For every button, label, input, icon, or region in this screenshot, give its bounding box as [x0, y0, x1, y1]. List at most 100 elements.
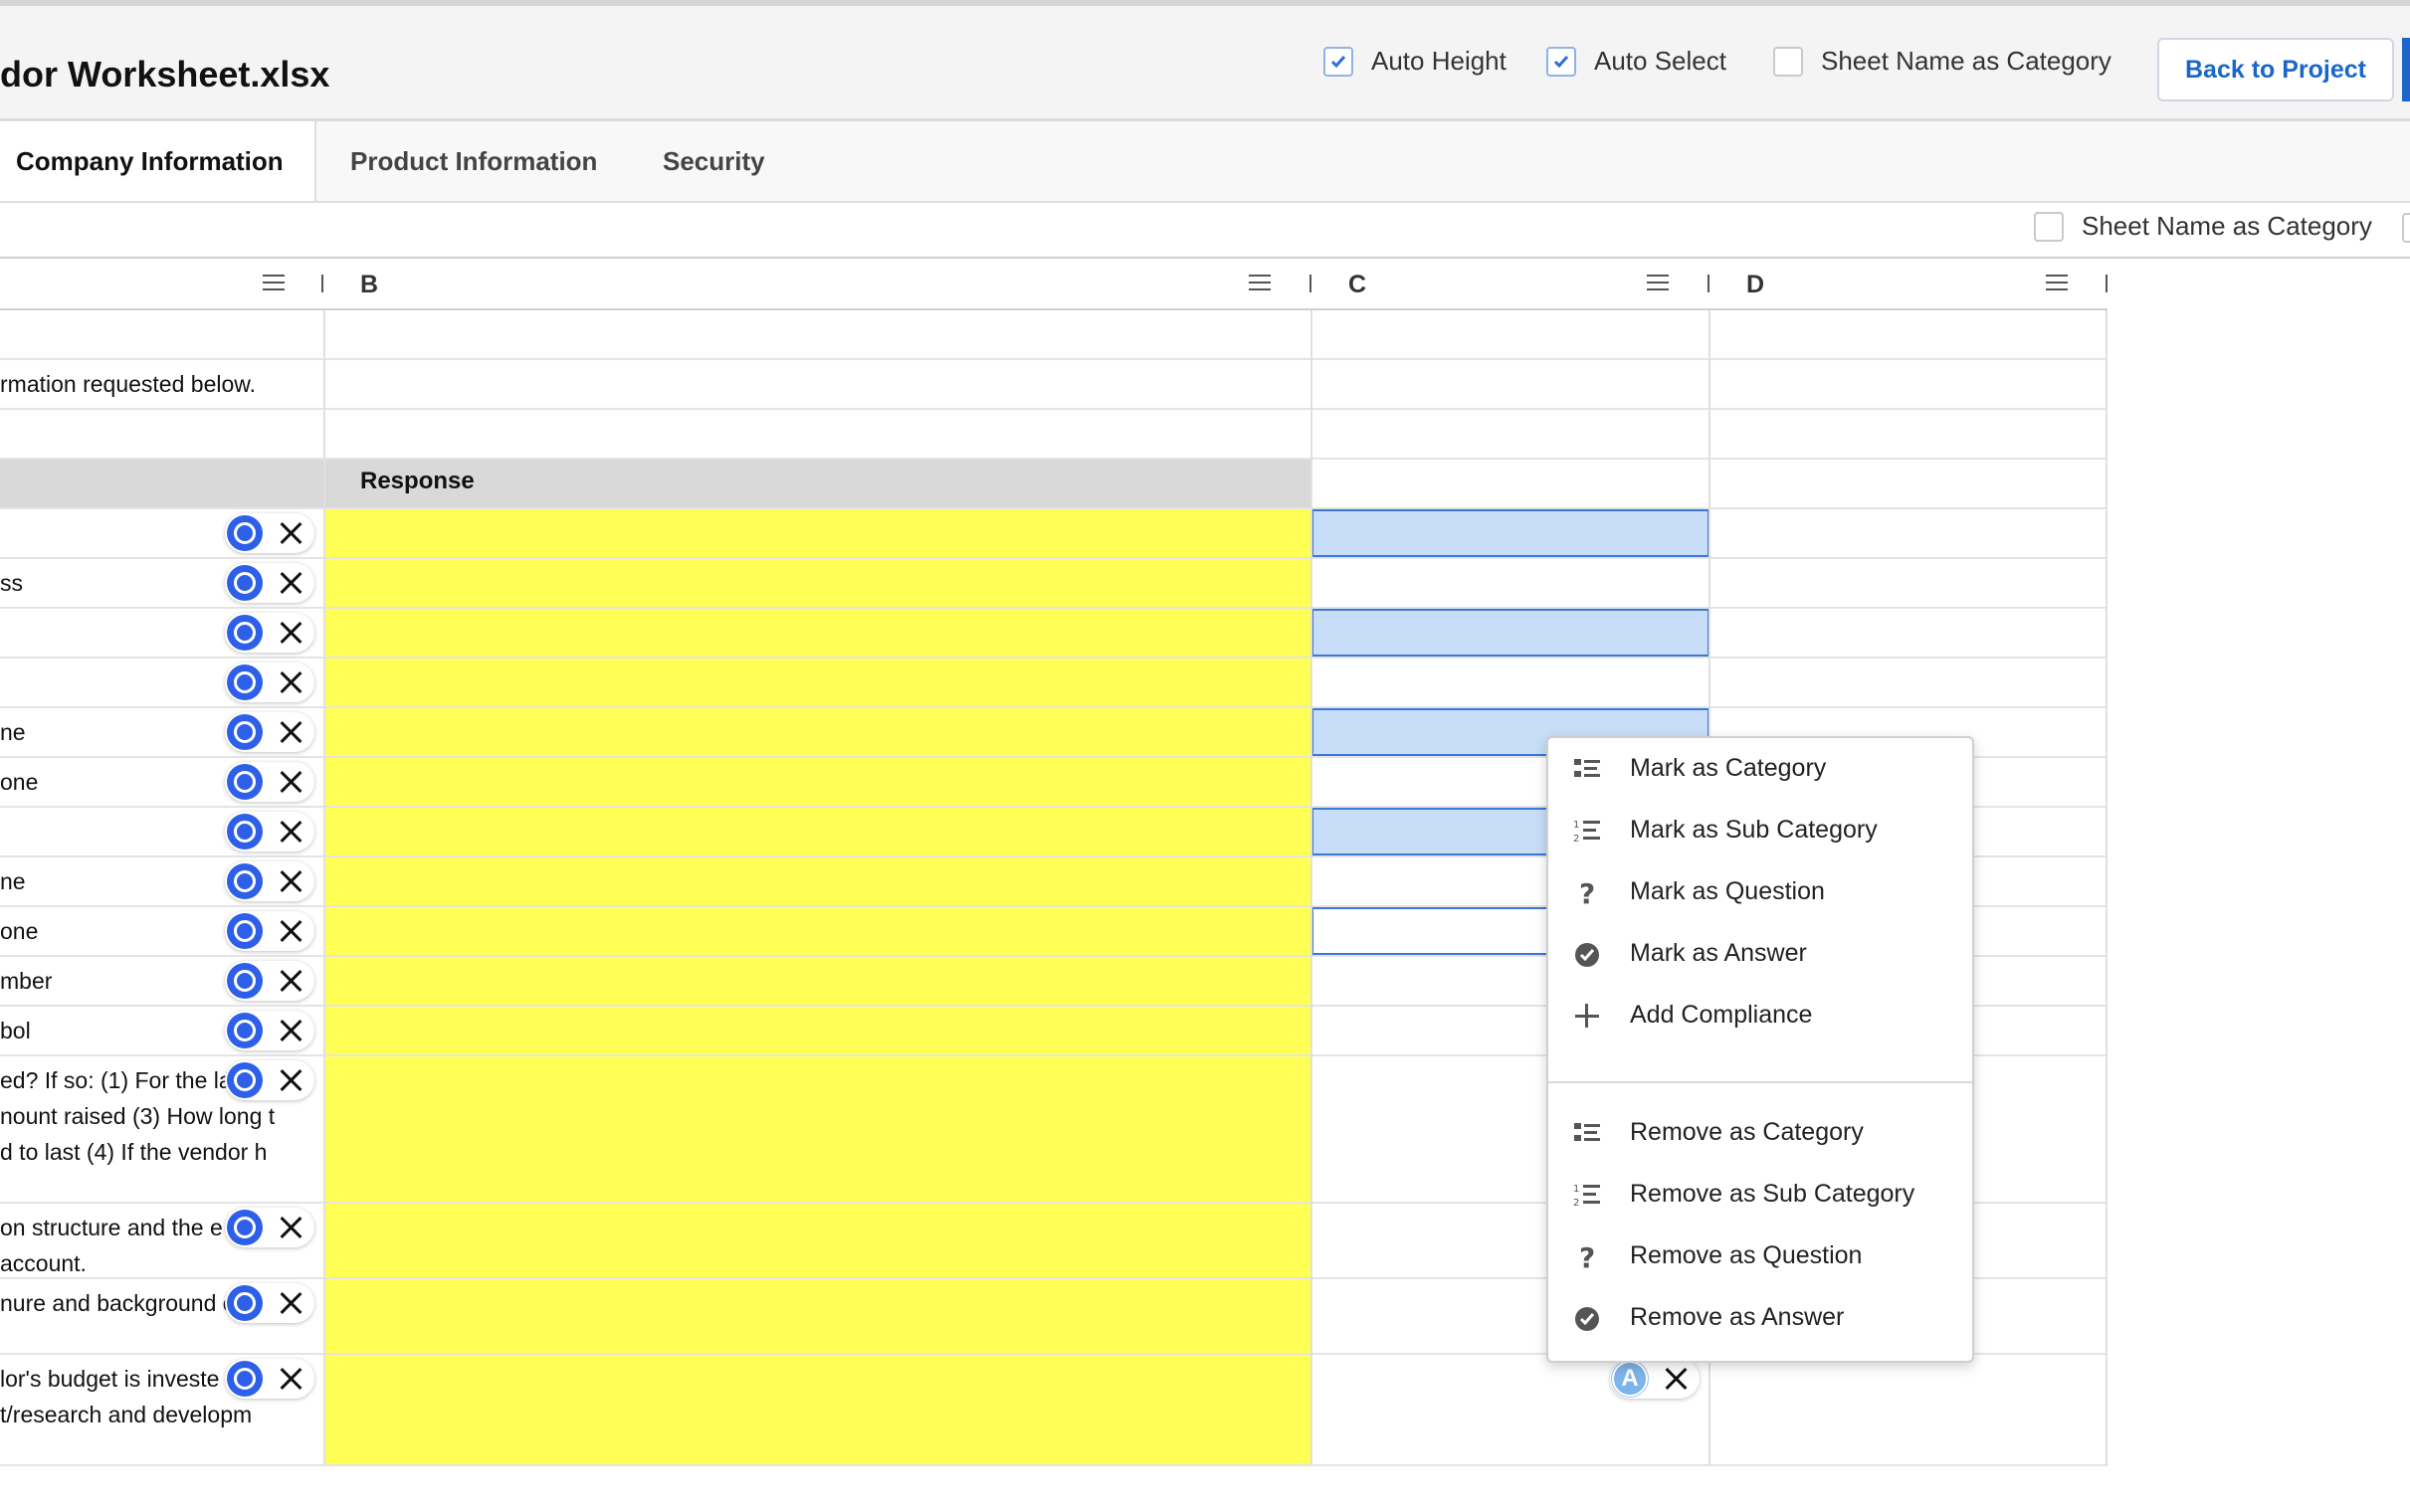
question-badge-icon[interactable]: [227, 1210, 263, 1245]
close-icon[interactable]: [275, 965, 306, 997]
answer-badge-icon[interactable]: A: [1612, 1361, 1648, 1397]
column-c-resizer[interactable]: [1707, 275, 1709, 292]
menu-item-remove-category[interactable]: Remove as Category: [1548, 1102, 1972, 1162]
column-a-menu-icon[interactable]: [263, 275, 285, 290]
sheet-options-bar: Sheet Name as Category: [0, 203, 2410, 259]
auto-height-checkbox[interactable]: [1323, 46, 1353, 77]
response-cell[interactable]: [324, 708, 1311, 756]
menu-item-label: Remove as Answer: [1630, 1303, 1845, 1331]
close-icon[interactable]: [275, 567, 306, 599]
sheet-name-category-option-2[interactable]: Sheet Name as Category: [2034, 211, 2372, 242]
plus-icon: [1575, 1004, 1599, 1028]
auto-select-checkbox[interactable]: [1546, 46, 1576, 77]
table-row: [0, 410, 2108, 460]
sheet-name-category-label-2: Sheet Name as Category: [2082, 211, 2372, 241]
response-cell[interactable]: [324, 808, 1311, 855]
close-icon[interactable]: [275, 1015, 306, 1046]
question-marker: [225, 712, 314, 752]
menu-item-mark-category[interactable]: Mark as Category: [1548, 738, 1972, 798]
cell-text[interactable]: rmation requested below.: [0, 360, 398, 408]
close-icon[interactable]: [275, 816, 306, 848]
menu-separator: [1548, 1081, 1972, 1083]
question-marker: [225, 662, 314, 702]
question-badge-icon[interactable]: [227, 1062, 263, 1098]
column-b-letter: B: [360, 271, 379, 298]
sheet-tabs: Company Information Product Information …: [0, 121, 2410, 203]
close-icon[interactable]: [275, 617, 306, 649]
menu-item-label: Remove as Question: [1630, 1241, 1863, 1269]
question-badge-icon[interactable]: [227, 515, 263, 551]
table-row: lor's budget is investe t/research and d…: [0, 1355, 2108, 1466]
close-icon[interactable]: [275, 1287, 306, 1319]
close-icon[interactable]: [275, 865, 306, 897]
column-b-resizer[interactable]: [1309, 275, 1311, 292]
response-cell[interactable]: [324, 957, 1311, 1005]
check-icon: [1553, 55, 1569, 68]
response-cell[interactable]: [324, 559, 1311, 607]
menu-item-add-compliance[interactable]: Add Compliance: [1548, 985, 1972, 1044]
response-cell[interactable]: [324, 857, 1311, 905]
question-badge-icon[interactable]: [227, 764, 263, 800]
checkbox-edge[interactable]: [2402, 213, 2410, 243]
close-icon[interactable]: [275, 517, 306, 549]
column-b-menu-icon[interactable]: [1249, 275, 1271, 290]
sheet-name-category-checkbox-2[interactable]: [2034, 211, 2064, 242]
question-badge-icon[interactable]: [227, 913, 263, 949]
question-badge-icon[interactable]: [227, 714, 263, 750]
response-cell[interactable]: [324, 907, 1311, 955]
selected-cell[interactable]: [1311, 609, 1709, 657]
tab-company-information[interactable]: Company Information: [0, 121, 316, 201]
header-cell[interactable]: [0, 460, 1311, 507]
response-cell[interactable]: [324, 1204, 1311, 1277]
sheet-name-category-option[interactable]: Sheet Name as Category: [1773, 46, 2111, 77]
close-icon[interactable]: [1660, 1363, 1692, 1395]
question-badge-icon[interactable]: [227, 963, 263, 999]
column-a-resizer[interactable]: [321, 275, 323, 292]
response-cell[interactable]: [324, 609, 1311, 657]
column-d-menu-icon[interactable]: [2046, 275, 2068, 290]
question-badge-icon[interactable]: [227, 664, 263, 700]
question-badge-icon[interactable]: [227, 1285, 263, 1321]
menu-item-remove-answer[interactable]: Remove as Answer: [1548, 1287, 1972, 1347]
primary-button-edge[interactable]: [2402, 38, 2410, 101]
close-icon[interactable]: [275, 915, 306, 947]
table-row: [0, 609, 2108, 659]
response-cell[interactable]: [324, 659, 1311, 706]
back-to-project-button[interactable]: Back to Project: [2157, 38, 2394, 101]
close-icon[interactable]: [275, 1064, 306, 1096]
column-d-resizer[interactable]: [2106, 275, 2108, 292]
menu-item-remove-sub-category[interactable]: 12 Remove as Sub Category: [1548, 1164, 1972, 1224]
menu-item-mark-question[interactable]: ? Mark as Question: [1548, 861, 1972, 921]
question-badge-icon[interactable]: [227, 565, 263, 601]
auto-height-option[interactable]: Auto Height: [1323, 46, 1506, 77]
menu-item-remove-question[interactable]: ? Remove as Question: [1548, 1226, 1972, 1285]
response-cell[interactable]: [324, 1355, 1311, 1464]
top-bar: dor Worksheet.xlsx Auto Height Auto Sele…: [0, 0, 2410, 121]
close-icon[interactable]: [275, 1363, 306, 1395]
auto-select-option[interactable]: Auto Select: [1546, 46, 1726, 77]
response-cell[interactable]: [324, 509, 1311, 557]
response-cell[interactable]: [324, 1279, 1311, 1353]
response-cell[interactable]: [324, 758, 1311, 806]
question-badge-icon[interactable]: [227, 863, 263, 899]
close-icon[interactable]: [275, 666, 306, 698]
question-badge-icon[interactable]: [227, 1013, 263, 1048]
menu-item-label: Mark as Sub Category: [1630, 816, 1878, 844]
close-icon[interactable]: [275, 1212, 306, 1243]
response-cell[interactable]: [324, 1007, 1311, 1054]
table-row: ss: [0, 559, 2108, 609]
tab-product-information[interactable]: Product Information: [350, 121, 597, 201]
close-icon[interactable]: [275, 766, 306, 798]
menu-item-label: Mark as Answer: [1630, 939, 1807, 967]
close-icon[interactable]: [275, 716, 306, 748]
sheet-name-category-checkbox[interactable]: [1773, 46, 1803, 77]
column-c-menu-icon[interactable]: [1647, 275, 1669, 290]
menu-item-mark-sub-category[interactable]: 12 Mark as Sub Category: [1548, 800, 1972, 859]
menu-item-mark-answer[interactable]: Mark as Answer: [1548, 923, 1972, 983]
response-cell[interactable]: [324, 1056, 1311, 1202]
question-badge-icon[interactable]: [227, 1361, 263, 1397]
question-badge-icon[interactable]: [227, 814, 263, 850]
selected-cell[interactable]: [1311, 509, 1709, 557]
tab-security[interactable]: Security: [663, 121, 765, 201]
question-badge-icon[interactable]: [227, 615, 263, 651]
